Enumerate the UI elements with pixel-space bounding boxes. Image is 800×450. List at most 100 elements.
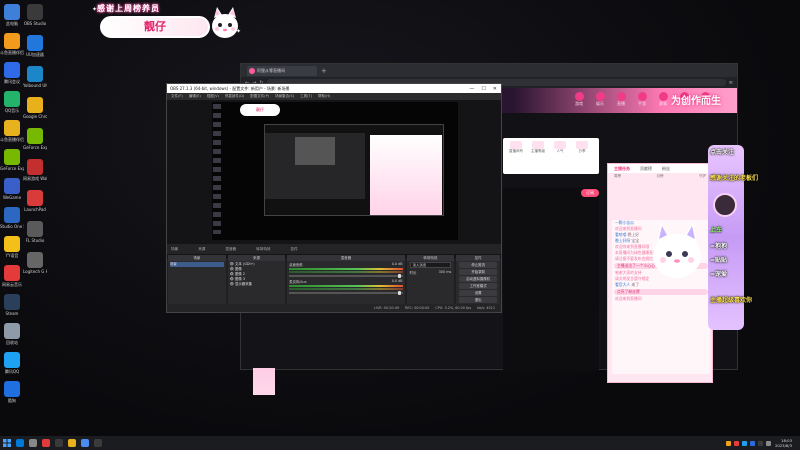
source-item[interactable]: 👁 显示器采集	[230, 282, 284, 287]
chat-username[interactable]: 一颗小苦瓜	[615, 220, 634, 225]
follow-button[interactable]: 订阅	[581, 189, 599, 197]
desktop-icon[interactable]: WeGame	[0, 178, 24, 200]
obs-menu-item[interactable]: 工具(T)	[300, 94, 312, 99]
desktop-icon[interactable]: GeForce Experience	[23, 128, 47, 150]
taskbar-app-icon[interactable]	[65, 437, 78, 450]
obs-menu-item[interactable]: 视图(V)	[207, 94, 219, 99]
start-icon[interactable]	[0, 437, 13, 450]
rank-row: 周榜 月榜 守护	[608, 173, 712, 180]
obs-menu-item[interactable]: 文件(F)	[171, 94, 183, 99]
taskbar-app-icon[interactable]	[91, 437, 104, 450]
maximize-icon[interactable]: ☐	[481, 86, 485, 92]
volume-slider-knob[interactable]	[398, 291, 402, 295]
desktop-icon[interactable]: OBS Studio	[23, 4, 47, 26]
transition-duration-value[interactable]: 300 ms	[439, 270, 452, 275]
desktop-icon[interactable]: 腾讯QQ	[0, 352, 24, 374]
tray-icon[interactable]	[741, 440, 747, 446]
tray-icon[interactable]	[765, 440, 771, 446]
site-nav-item[interactable]: 游戏	[571, 92, 587, 107]
taskbar-app-icon[interactable]	[52, 437, 65, 450]
site-nav-item[interactable]: 手游	[634, 92, 650, 107]
tray-icon[interactable]	[757, 440, 763, 446]
obs-control-button[interactable]: 设置	[459, 290, 497, 296]
desktop-icon[interactable]: Yolbound Ultimate	[23, 66, 47, 88]
room-info-item[interactable]: 分享	[572, 141, 592, 154]
obs-menu-item[interactable]: 配置文件(P)	[250, 94, 269, 99]
desktop-icon[interactable]: Studio One 5	[0, 207, 24, 229]
desktop-icon[interactable]: QQ音乐	[0, 91, 24, 113]
desktop-icon[interactable]: UU加速器	[23, 35, 47, 57]
chat-tab[interactable]: 贡献榜	[640, 166, 652, 171]
room-info-panel: 直播间号 主播等级 人气 分享	[503, 138, 599, 174]
obs-dock-titles: 场景 来源 混音器 转场特效 控件	[167, 244, 501, 254]
desktop-icon[interactable]: 酷狗	[0, 381, 24, 403]
room-info-item[interactable]: 人气	[550, 141, 570, 154]
obs-control-button[interactable]: 启动虚拟摄像机	[459, 276, 497, 282]
site-nav-item[interactable]: 直播	[613, 92, 629, 107]
obs-window[interactable]: OBS 27.1.3 (64-bit, windows) - 配置文件: 新用户…	[166, 83, 502, 313]
desktop-icon[interactable]: YY语音	[0, 236, 24, 258]
chat-username[interactable]: 看哈喽	[615, 232, 628, 237]
obs-control-button[interactable]: 退出	[459, 297, 497, 303]
taskbar-app-icon[interactable]	[39, 437, 52, 450]
taskbar-clock[interactable]: 18:03 2023/8/3	[775, 438, 800, 448]
site-logo: 为创作而生	[671, 96, 721, 107]
tray-icon[interactable]	[749, 440, 755, 446]
chat-tab[interactable]: 粉丝	[662, 166, 670, 171]
rank-tab[interactable]: 周榜	[614, 174, 621, 179]
taskbar-app-icon[interactable]	[78, 437, 91, 450]
app-icon	[54, 439, 63, 447]
desktop-icon[interactable]: 网易云音乐	[0, 265, 24, 287]
desktop-icon-label: QQ音乐	[4, 108, 20, 113]
volume-slider[interactable]	[289, 274, 403, 278]
tray-icon[interactable]	[733, 440, 739, 446]
chat-tab[interactable]: 主播任务	[614, 166, 630, 171]
nav-item-label: 手游	[638, 101, 646, 106]
volume-slider[interactable]	[289, 291, 403, 295]
obs-control-button[interactable]: 开始录制	[459, 269, 497, 275]
taskbar-app-icon[interactable]	[13, 437, 26, 450]
desktop-icon[interactable]: Google Chrome	[23, 97, 47, 119]
rank-tab[interactable]: 月榜	[657, 174, 664, 179]
obs-menu-item[interactable]: 帮助(H)	[318, 94, 330, 99]
room-info-item[interactable]: 直播间号	[506, 141, 526, 154]
browser-tab[interactable]: 阿狸从零直播间	[247, 65, 317, 76]
obs-menu-item[interactable]: 编辑(E)	[189, 94, 201, 99]
obs-control-button[interactable]: 工作室模式	[459, 283, 497, 289]
stream-video[interactable]	[503, 188, 599, 371]
close-icon[interactable]: ✕	[493, 86, 497, 92]
volume-slider-knob[interactable]	[398, 274, 402, 278]
desktop-icon[interactable]: 回收站	[0, 323, 24, 345]
taskbar-app-icon[interactable]	[26, 437, 39, 450]
new-tab-icon[interactable]: +	[321, 67, 327, 75]
desktop-icon[interactable]: LaunchPad	[23, 190, 47, 212]
site-nav-item[interactable]: 赛事	[655, 92, 671, 107]
desktop-icon[interactable]: 腾讯会议	[0, 62, 24, 84]
transition-type-select[interactable]: 淡入淡出	[409, 262, 452, 268]
obs-menu-item[interactable]: 场景集合(S)	[275, 94, 294, 99]
scene-item[interactable]: 场景	[170, 262, 224, 267]
preview-canvas[interactable]: 靓仔	[212, 102, 458, 240]
desktop-icon[interactable]: GeForce Experience	[0, 149, 24, 171]
desktop-icon[interactable]: 斗鱼直播伴侣	[0, 120, 24, 142]
audio-meter	[289, 271, 403, 273]
chat-username[interactable]: 看官大人	[615, 282, 631, 287]
site-nav-item[interactable]: 娱乐	[592, 92, 608, 107]
desktop-icon[interactable]: FL Studio	[23, 221, 47, 243]
obs-control-button[interactable]: 停止推流	[459, 262, 497, 268]
tray-icon[interactable]	[725, 440, 731, 446]
desktop-icon[interactable]: 斗鱼直播伴侣	[0, 33, 24, 55]
room-info-item[interactable]: 主播等级	[528, 141, 548, 154]
desktop-icon[interactable]: 网易游戏 Wallpaper	[23, 159, 47, 181]
rank-tab[interactable]: 守护	[699, 174, 706, 179]
minimize-icon[interactable]: —	[469, 86, 474, 92]
nav-item-label: 娱乐	[596, 101, 604, 106]
app-icon	[80, 439, 89, 447]
chat-username[interactable]: 晚上好呀	[615, 238, 631, 243]
nav-item-label: 游戏	[575, 101, 583, 106]
obs-menu-item[interactable]: 停靠部件(D)	[225, 94, 244, 99]
desktop-icon[interactable]: 此电脑	[0, 4, 24, 26]
menu-icon[interactable]: ≡	[729, 80, 733, 86]
desktop-icon[interactable]: Logitech G HUB	[23, 252, 47, 274]
desktop-icon[interactable]: Steam	[0, 294, 24, 316]
